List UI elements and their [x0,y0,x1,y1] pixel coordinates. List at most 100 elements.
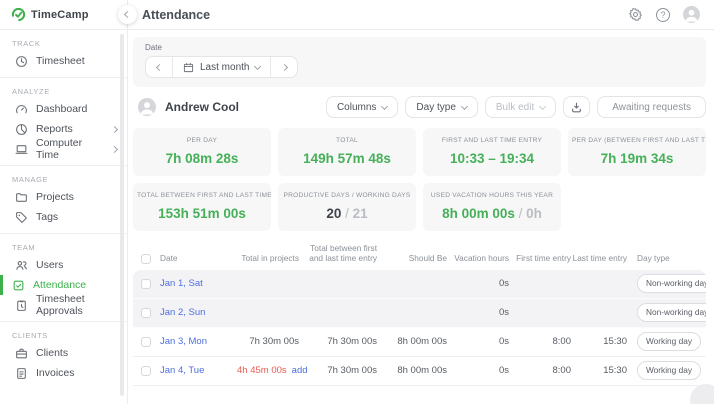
sidebar-item-attendance[interactable]: Attendance [0,275,127,295]
stat-label: FIRST AND LAST TIME ENTRY [427,137,557,144]
row-checkbox[interactable] [141,279,151,289]
day-type-badge[interactable]: Non-working day [637,274,706,293]
users-icon [15,259,28,272]
stat-value-sub: 0h [526,206,542,221]
last-entry-cell: 15:30 [571,365,627,376]
sidebar-item-label: Projects [36,191,74,203]
divider [0,321,127,322]
day-type-cell: Non-working day [627,303,706,322]
day-type-badge[interactable]: Working day [637,361,701,380]
sidebar-item-label: Reports [36,123,73,135]
date-link[interactable]: Jan 3, Mon [160,336,207,347]
sidebar-item-projects[interactable]: Projects [0,187,127,207]
sidebar-item-label: Clients [36,347,68,359]
vacation-hours-cell: 0s [447,307,509,318]
table-row[interactable]: Jan 1, Sat 0s Non-working day [133,270,706,299]
day-type-button-label: Day type [416,102,455,113]
table-body: Jan 1, Sat 0s Non-working day Jan 2 [133,270,706,386]
sidebar-item-label: Invoices [36,367,75,379]
sidebar-item-label: Attendance [33,279,86,291]
day-type-button[interactable]: Day type [405,96,477,118]
row-checkbox[interactable] [141,308,151,318]
date-cell: Jan 1, Sat [141,278,237,289]
divider [0,77,127,78]
stat-card-productive-days: PRODUCTIVE DAYS / WORKING DAYS 20 / 21 [278,183,416,231]
chevron-right-icon [111,146,118,153]
stat-value-separator: / [341,206,352,221]
sidebar-item-tags[interactable]: Tags [0,207,127,227]
content: Date Last month [128,30,714,386]
sidebar-item-users[interactable]: Users [0,255,127,275]
table-row[interactable]: Jan 3, Mon 7h 30m 00s 7h 30m 00s 8h 00m … [133,328,706,357]
sidebar-item-dashboard[interactable]: Dashboard [0,99,127,119]
date-range-dropdown[interactable]: Last month [172,57,271,77]
sidebar-item-label: Dashboard [36,103,87,115]
date-link[interactable]: Jan 1, Sat [160,278,203,289]
select-all-checkbox[interactable] [141,254,151,264]
date-link[interactable]: Jan 2, Sun [160,307,205,318]
table-header-date: Date [141,253,237,263]
row-checkbox[interactable] [141,366,151,376]
date-filter-label: Date [145,43,694,52]
settings-gear-icon[interactable] [628,7,643,22]
day-type-cell: Non-working day [627,274,706,293]
stat-value-main: 8h 00m 00s [442,206,515,221]
vacation-hours-cell: 0s [447,365,509,376]
user-avatar[interactable] [683,6,700,23]
stat-label: PRODUCTIVE DAYS / WORKING DAYS [282,192,412,199]
table-header: Date Total in projects Total between fir… [133,243,706,270]
chevron-right-icon [111,125,118,132]
sidebar-section-manage: MANAGE [12,175,115,184]
table-row[interactable]: Jan 2, Sun 0s Non-working day [133,299,706,328]
stats-empty-cell [568,183,706,231]
tag-icon [15,211,28,224]
stat-value: 153h 51m 00s [137,206,267,221]
sidebar-item-timesheet[interactable]: Timesheet [0,51,127,71]
folder-icon [15,191,28,204]
table-row[interactable]: Jan 4, Tue 4h 45m 00sadd 7h 30m 00s 8h 0… [133,357,706,386]
export-button[interactable] [563,96,590,118]
reports-icon [15,123,28,136]
date-link[interactable]: Jan 4, Tue [160,365,204,376]
day-type-badge[interactable]: Non-working day [637,303,706,322]
sidebar-item-invoices[interactable]: Invoices [0,363,127,383]
stats-row-2: TOTAL BETWEEN FIRST AND LAST TIME ENTRY … [133,183,706,231]
person-name: Andrew Cool [165,100,239,114]
awaiting-requests-button[interactable]: Awaiting requests [597,96,706,118]
date-range-value: Last month [200,62,249,73]
first-entry-cell: 8:00 [509,365,571,376]
row-checkbox[interactable] [141,337,151,347]
toolbar: Columns Day type Bulk edit [326,96,706,118]
timecamp-logo-icon [11,7,26,22]
calendar-icon [183,62,194,73]
stat-label: USED VACATION HOURS THIS YEAR [427,192,557,199]
sidebar-item-computer-time[interactable]: Computer Time [0,139,127,159]
sidebar-item-reports[interactable]: Reports [0,119,127,139]
column-label-total-between: Total between first and last time entry [299,243,377,264]
sidebar-collapse-button[interactable] [118,5,137,24]
prev-period-button[interactable] [146,57,172,77]
chevron-left-icon [155,63,162,70]
stat-value: 149h 57m 48s [282,151,412,166]
column-label-last-entry: Last time entry [571,253,627,263]
sidebar-item-timesheet-approvals[interactable]: Timesheet Approvals [0,295,127,315]
stat-card-total-between: TOTAL BETWEEN FIRST AND LAST TIME ENTRY … [133,183,271,231]
columns-button[interactable]: Columns [326,96,398,118]
sidebar-item-clients[interactable]: Clients [0,343,127,363]
stat-card-per-day: PER DAY 7h 08m 28s [133,128,271,176]
column-label-vacation-hours: Vacation hours [447,253,509,263]
day-type-badge[interactable]: Working day [637,332,701,351]
stat-value-separator: / [515,206,526,221]
column-label-should-be: Should Be [377,253,447,263]
chevron-down-icon [539,102,546,109]
next-period-button[interactable] [271,57,297,77]
help-icon[interactable]: ? [656,8,670,22]
topbar-actions: ? [628,6,700,23]
divider [0,233,127,234]
bulk-edit-button[interactable]: Bulk edit [485,96,556,118]
sidebar-item-label: Users [36,259,63,271]
stat-value-sub: 21 [353,206,368,221]
sidebar-scrollbar[interactable] [120,34,124,396]
invoice-icon [15,367,28,380]
column-label-date: Date [160,253,178,263]
